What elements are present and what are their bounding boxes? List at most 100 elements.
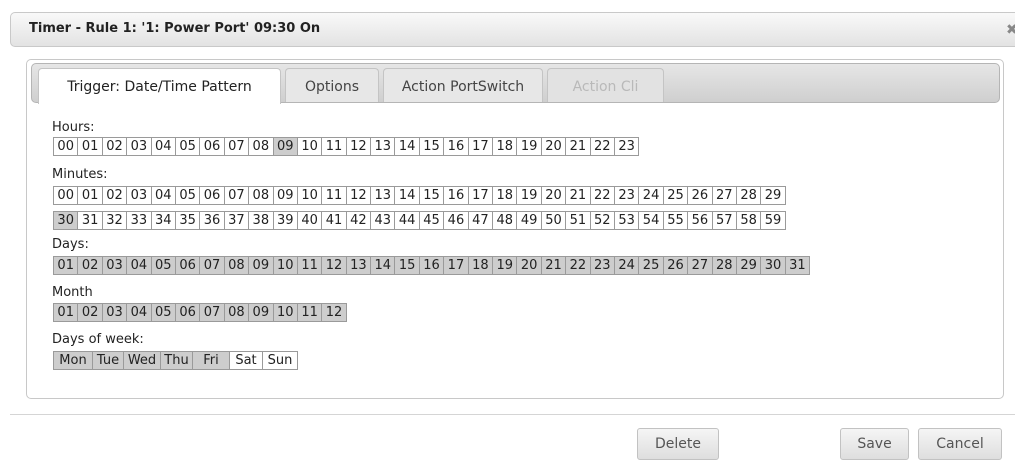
day-cell-26[interactable]: 26 [662, 256, 689, 275]
minute-cell-10[interactable]: 10 [296, 186, 323, 205]
minute-cell-54[interactable]: 54 [638, 211, 664, 230]
minute-cell-39[interactable]: 39 [272, 211, 298, 230]
delete-button[interactable]: Delete [637, 428, 719, 460]
minute-cell-51[interactable]: 51 [565, 211, 591, 230]
weekday-cell-wed[interactable]: Wed [123, 351, 161, 370]
minute-cell-08[interactable]: 08 [248, 186, 274, 205]
minute-cell-59[interactable]: 59 [760, 211, 786, 230]
weekday-cell-fri[interactable]: Fri [192, 351, 230, 370]
hour-cell-12[interactable]: 12 [345, 137, 372, 156]
minute-cell-29[interactable]: 29 [760, 186, 786, 205]
hour-cell-08[interactable]: 08 [248, 137, 274, 156]
day-cell-10[interactable]: 10 [272, 256, 298, 275]
day-cell-14[interactable]: 14 [370, 256, 396, 275]
minute-cell-15[interactable]: 15 [418, 186, 445, 205]
weekday-cell-mon[interactable]: Mon [53, 351, 93, 370]
day-cell-22[interactable]: 22 [565, 256, 591, 275]
day-cell-23[interactable]: 23 [589, 256, 615, 275]
day-cell-06[interactable]: 06 [174, 256, 201, 275]
month-cell-09[interactable]: 09 [248, 303, 274, 322]
minute-cell-55[interactable]: 55 [662, 211, 689, 230]
hour-cell-14[interactable]: 14 [394, 137, 420, 156]
minute-cell-57[interactable]: 57 [711, 211, 737, 230]
minute-cell-34[interactable]: 34 [150, 211, 176, 230]
minute-cell-28[interactable]: 28 [735, 186, 762, 205]
minute-cell-37[interactable]: 37 [223, 211, 250, 230]
month-cell-02[interactable]: 02 [77, 303, 103, 322]
hour-cell-21[interactable]: 21 [565, 137, 591, 156]
minute-cell-52[interactable]: 52 [589, 211, 615, 230]
day-cell-19[interactable]: 19 [492, 256, 518, 275]
hour-cell-02[interactable]: 02 [101, 137, 128, 156]
month-cell-03[interactable]: 03 [101, 303, 128, 322]
month-cell-12[interactable]: 12 [321, 303, 347, 322]
minute-cell-43[interactable]: 43 [370, 211, 396, 230]
minute-cell-12[interactable]: 12 [345, 186, 372, 205]
day-cell-04[interactable]: 04 [126, 256, 152, 275]
minute-cell-17[interactable]: 17 [467, 186, 494, 205]
minute-cell-11[interactable]: 11 [321, 186, 347, 205]
minute-cell-14[interactable]: 14 [394, 186, 420, 205]
minute-cell-06[interactable]: 06 [199, 186, 225, 205]
month-cell-05[interactable]: 05 [150, 303, 176, 322]
day-cell-28[interactable]: 28 [711, 256, 737, 275]
minute-cell-16[interactable]: 16 [443, 186, 469, 205]
minute-cell-05[interactable]: 05 [174, 186, 201, 205]
minute-cell-41[interactable]: 41 [321, 211, 347, 230]
minute-cell-02[interactable]: 02 [101, 186, 128, 205]
minute-cell-04[interactable]: 04 [150, 186, 176, 205]
minute-cell-30[interactable]: 30 [53, 211, 79, 230]
day-cell-17[interactable]: 17 [443, 256, 469, 275]
minute-cell-58[interactable]: 58 [735, 211, 762, 230]
minute-cell-50[interactable]: 50 [540, 211, 567, 230]
hour-cell-20[interactable]: 20 [540, 137, 567, 156]
weekday-cell-tue[interactable]: Tue [92, 351, 124, 370]
hour-cell-03[interactable]: 03 [126, 137, 152, 156]
day-cell-13[interactable]: 13 [345, 256, 372, 275]
minute-cell-23[interactable]: 23 [613, 186, 640, 205]
day-cell-07[interactable]: 07 [199, 256, 225, 275]
day-cell-29[interactable]: 29 [735, 256, 762, 275]
day-cell-24[interactable]: 24 [613, 256, 640, 275]
day-cell-12[interactable]: 12 [321, 256, 347, 275]
minute-cell-46[interactable]: 46 [443, 211, 469, 230]
minute-cell-42[interactable]: 42 [345, 211, 372, 230]
weekday-cell-thu[interactable]: Thu [160, 351, 193, 370]
minute-cell-07[interactable]: 07 [223, 186, 250, 205]
minute-cell-18[interactable]: 18 [492, 186, 518, 205]
minute-cell-21[interactable]: 21 [565, 186, 591, 205]
day-cell-27[interactable]: 27 [687, 256, 713, 275]
day-cell-30[interactable]: 30 [760, 256, 786, 275]
minute-cell-03[interactable]: 03 [126, 186, 152, 205]
hour-cell-16[interactable]: 16 [443, 137, 469, 156]
minute-cell-00[interactable]: 00 [53, 186, 79, 205]
minute-cell-33[interactable]: 33 [126, 211, 152, 230]
hour-cell-00[interactable]: 00 [53, 137, 79, 156]
close-icon[interactable]: ✖ [1006, 22, 1015, 38]
minute-cell-53[interactable]: 53 [613, 211, 640, 230]
minute-cell-26[interactable]: 26 [687, 186, 713, 205]
minute-cell-24[interactable]: 24 [638, 186, 664, 205]
weekday-cell-sun[interactable]: Sun [262, 351, 298, 370]
day-cell-02[interactable]: 02 [77, 256, 103, 275]
day-cell-01[interactable]: 01 [53, 256, 79, 275]
day-cell-03[interactable]: 03 [101, 256, 128, 275]
dialog-titlebar[interactable]: Timer - Rule 1: '1: Power Port' 09:30 On… [10, 12, 1015, 47]
minute-cell-09[interactable]: 09 [272, 186, 298, 205]
hour-cell-13[interactable]: 13 [370, 137, 396, 156]
minute-cell-38[interactable]: 38 [248, 211, 274, 230]
minute-cell-20[interactable]: 20 [540, 186, 567, 205]
hour-cell-23[interactable]: 23 [613, 137, 640, 156]
day-cell-08[interactable]: 08 [223, 256, 250, 275]
day-cell-05[interactable]: 05 [150, 256, 176, 275]
tab-trigger-date-time[interactable]: Trigger: Date/Time Pattern [38, 68, 281, 104]
hour-cell-17[interactable]: 17 [467, 137, 494, 156]
hour-cell-09[interactable]: 09 [272, 137, 298, 156]
minute-cell-56[interactable]: 56 [687, 211, 713, 230]
tab-action-portswitch[interactable]: Action PortSwitch [383, 68, 543, 102]
day-cell-20[interactable]: 20 [516, 256, 542, 275]
hour-cell-10[interactable]: 10 [296, 137, 323, 156]
hour-cell-19[interactable]: 19 [516, 137, 542, 156]
hour-cell-06[interactable]: 06 [199, 137, 225, 156]
hour-cell-01[interactable]: 01 [77, 137, 103, 156]
